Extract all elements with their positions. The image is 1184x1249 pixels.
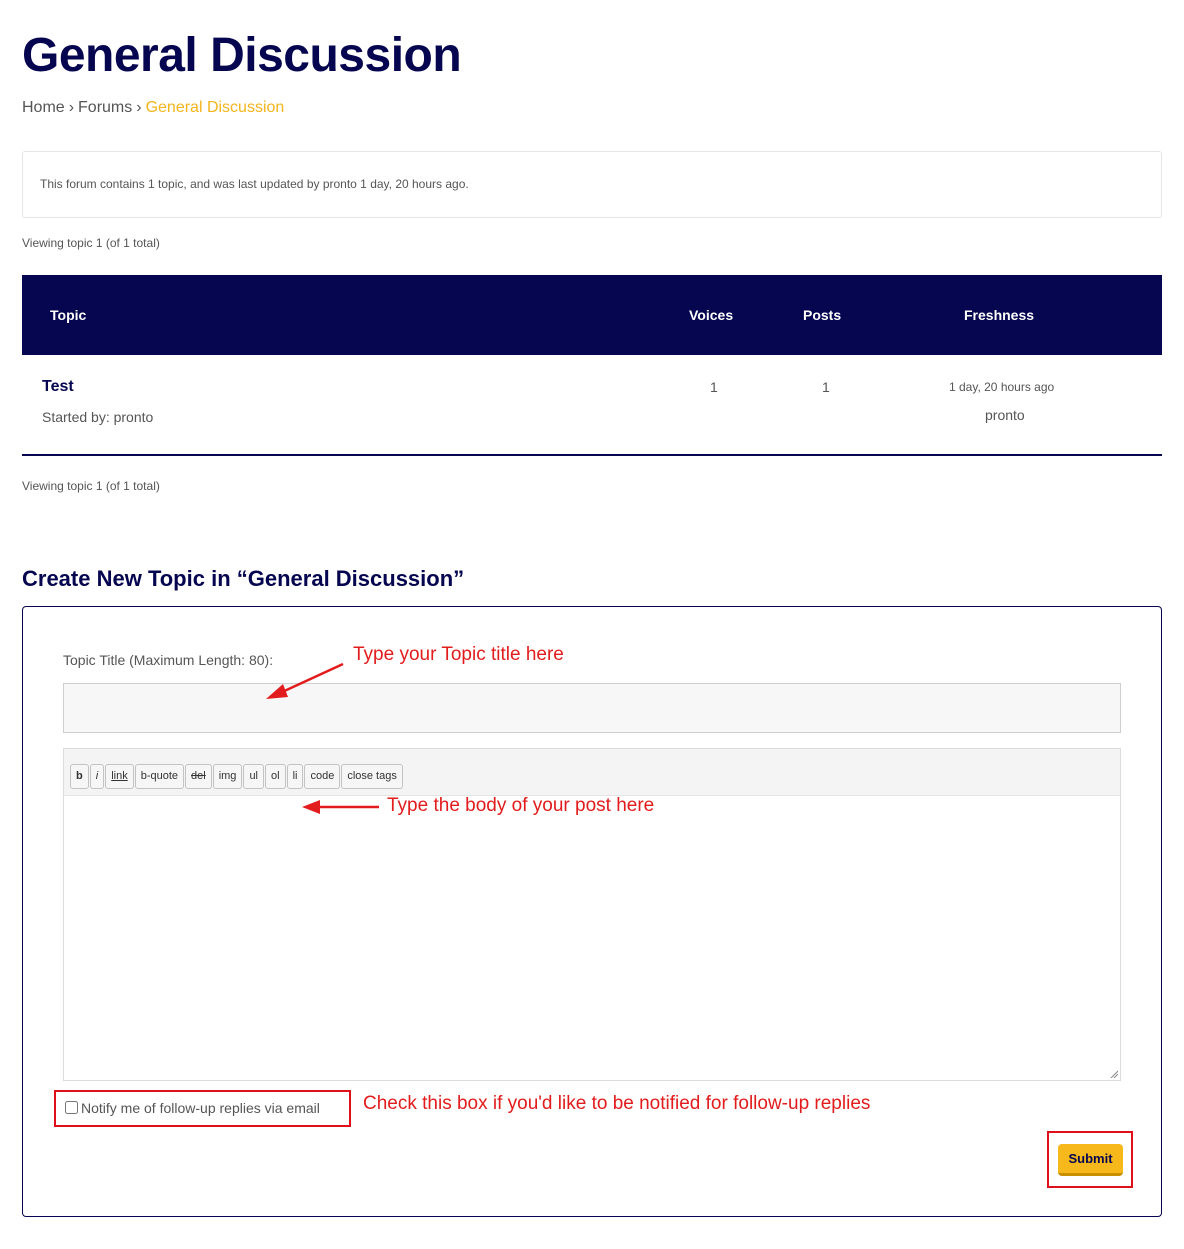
italic-button[interactable]: i (89, 764, 105, 789)
topic-voices-count: 1 (710, 379, 718, 395)
header-freshness: Freshness (964, 307, 1035, 323)
new-topic-heading: Create New Topic in “General Discussion” (22, 566, 465, 591)
submit-highlight-frame: Submit (1047, 1131, 1133, 1188)
header-voices: Voices (689, 307, 734, 323)
notify-checkbox-label: Notify me of follow-up replies via email (81, 1100, 320, 1116)
annotation-notify-note: Check this box if you'd like to be notif… (363, 1093, 871, 1114)
pagination-count-bottom: Viewing topic 1 (of 1 total) (22, 479, 160, 493)
blockquote-button[interactable]: b-quote (134, 764, 185, 789)
forum-info-box: This forum contains 1 topic, and was las… (22, 151, 1162, 218)
annotation-title-note: Type your Topic title here (353, 644, 564, 665)
forum-info-text: This forum contains 1 topic, and was las… (40, 177, 469, 191)
close-tags-button[interactable]: close tags (341, 764, 403, 789)
annotation-body-note: Type the body of your post here (387, 795, 655, 816)
strikethrough-button[interactable]: del (185, 764, 212, 789)
code-button[interactable]: code (304, 764, 341, 789)
breadcrumb-current: General Discussion (145, 99, 285, 116)
topic-posts-count: 1 (822, 379, 830, 395)
breadcrumb: Home › Forums › General Discussion (22, 99, 284, 117)
breadcrumb-home-link[interactable]: Home (22, 99, 65, 116)
editor-toolbar: b i link b-quote del img ul ol li code close tags (64, 749, 1120, 796)
list-item-button[interactable]: li (286, 764, 304, 789)
topic-title-input[interactable] (63, 683, 1121, 733)
resize-grip-icon[interactable] (1110, 1070, 1118, 1078)
breadcrumb-separator: › (68, 99, 75, 116)
breadcrumb-forums-link[interactable]: Forums (78, 99, 132, 116)
topic-freshness-link[interactable]: 1 day, 20 hours ago (949, 380, 1054, 394)
bold-button[interactable]: b (70, 764, 89, 789)
topic-title-label: Topic Title (Maximum Length: 80): (63, 652, 274, 668)
image-button[interactable]: img (212, 764, 243, 789)
post-body-textarea[interactable] (64, 796, 1120, 1080)
table-header: Topic Voices Posts Freshness (22, 275, 1162, 355)
header-topic: Topic (50, 307, 87, 323)
page-title: General Discussion (22, 29, 462, 82)
ordered-list-button[interactable]: ol (265, 764, 286, 789)
topics-table: Topic Voices Posts Freshness Test Starte… (22, 275, 1162, 456)
submit-button[interactable]: Submit (1058, 1144, 1123, 1176)
breadcrumb-separator: › (136, 99, 142, 116)
notify-checkbox-frame[interactable]: Notify me of follow-up replies via email (54, 1090, 351, 1127)
topic-freshness-user[interactable]: pronto (985, 407, 1025, 423)
header-posts: Posts (803, 307, 842, 323)
table-row: Test Started by: pronto 1 1 1 day, 20 ho… (22, 355, 1162, 456)
unordered-list-button[interactable]: ul (243, 764, 264, 789)
topic-started-by: Started by: pronto (42, 409, 154, 425)
pagination-count-top: Viewing topic 1 (of 1 total) (22, 236, 160, 250)
topic-title-link[interactable]: Test (42, 378, 74, 396)
new-topic-form: Topic Title (Maximum Length: 80): b i link… (22, 606, 1162, 1217)
link-button[interactable]: link (105, 764, 134, 789)
notify-checkbox[interactable] (65, 1101, 78, 1114)
